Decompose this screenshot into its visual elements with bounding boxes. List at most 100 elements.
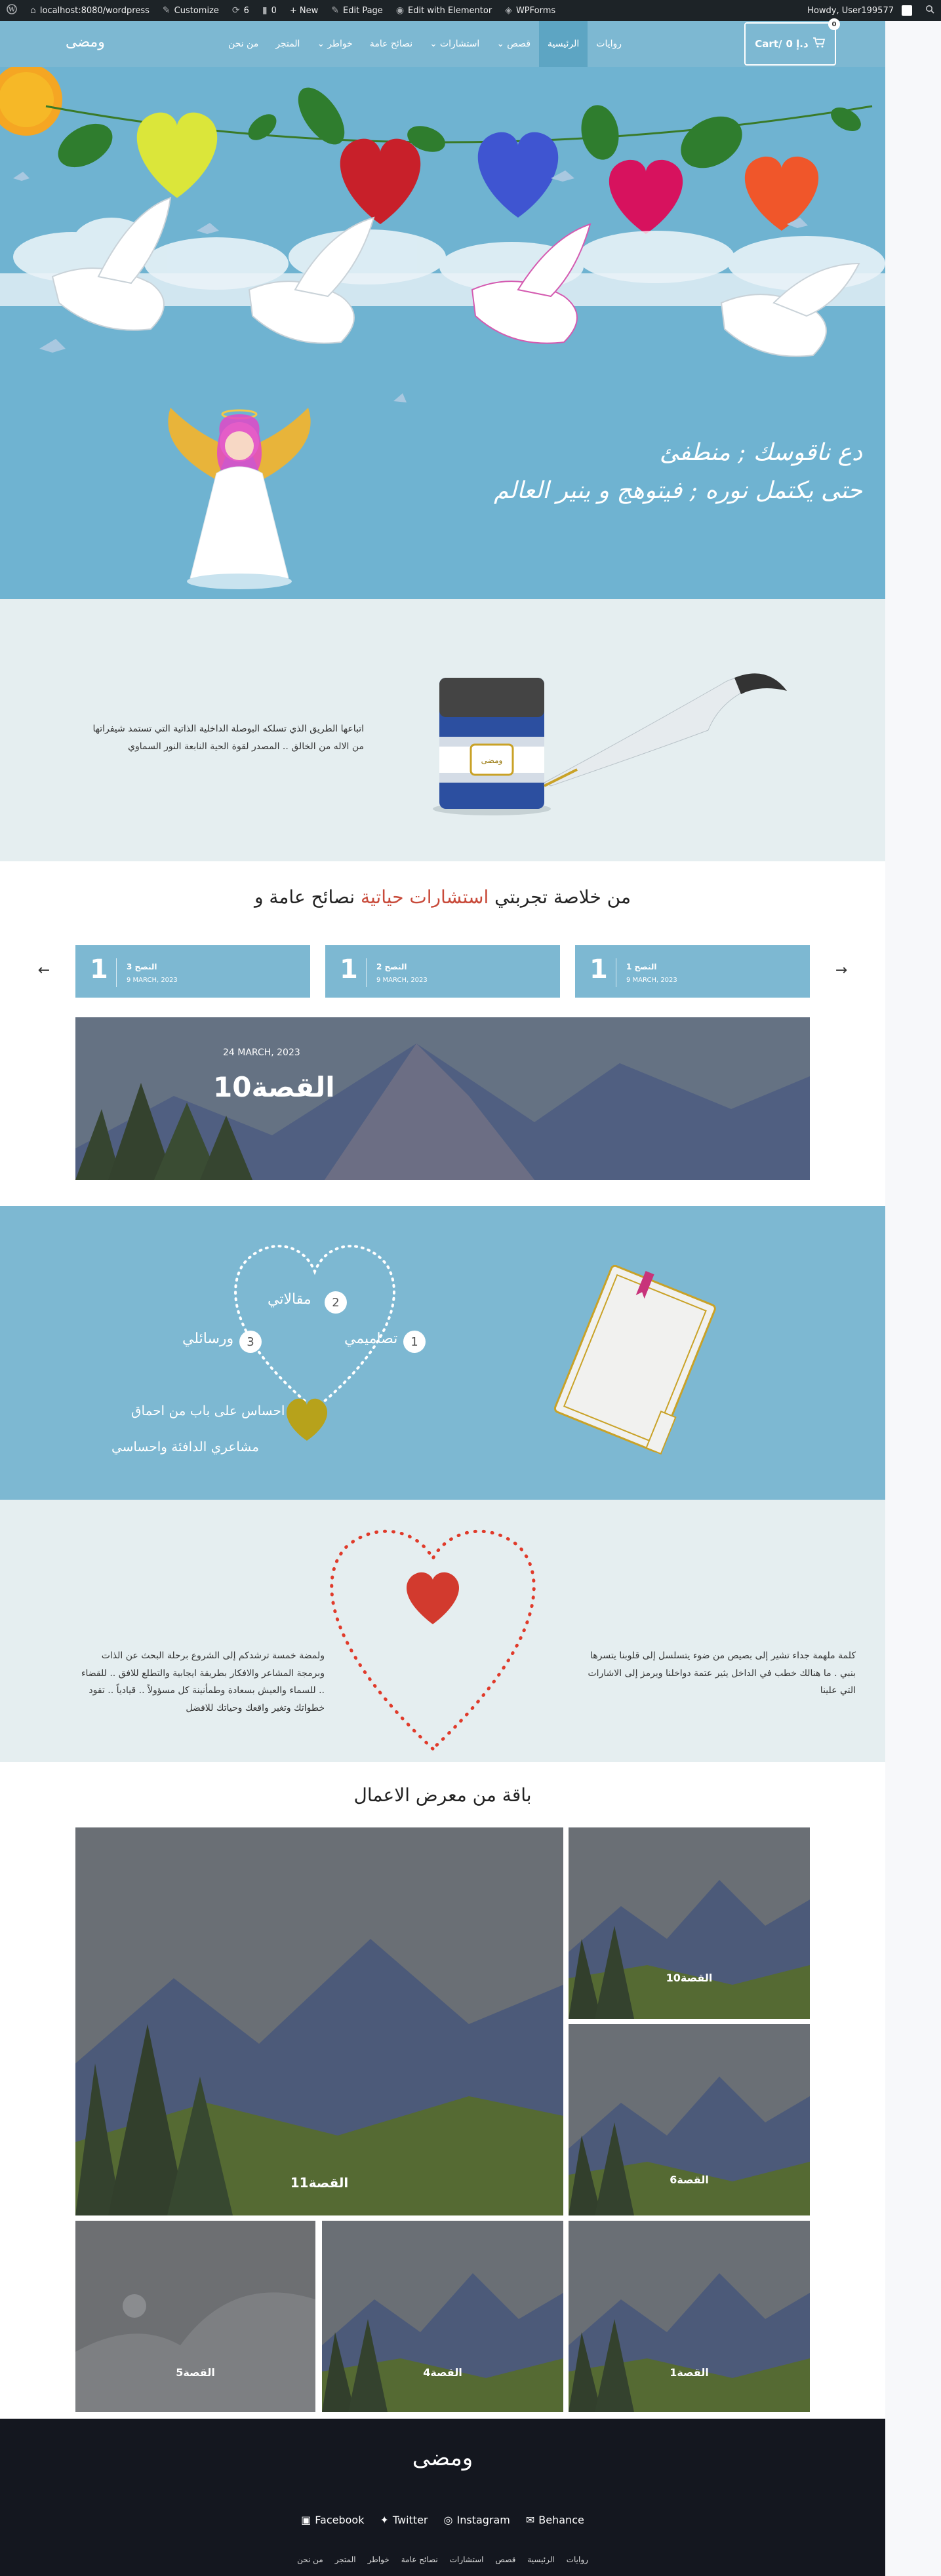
nav-item-stories[interactable]: ⌄ قصص bbox=[488, 21, 539, 67]
gallery-item[interactable]: القصة5 bbox=[75, 2221, 315, 2412]
footer-nav-item[interactable]: استشارات bbox=[450, 2555, 484, 2564]
hero-quote-line-1: دع ناقوسك ; منطفئ bbox=[659, 439, 862, 466]
nav-item-thoughts[interactable]: ⌄ خواطر bbox=[308, 21, 361, 67]
card-divider bbox=[116, 958, 117, 987]
carousel-prev-button[interactable]: ← bbox=[34, 960, 54, 980]
card-date: 9 MARCH, 2023 bbox=[376, 977, 428, 984]
nav-item-advice[interactable]: نصائح عامة bbox=[361, 21, 421, 67]
menu-item-articles[interactable]: مقالاتي bbox=[268, 1291, 311, 1308]
wordpress-menu[interactable]: W bbox=[0, 0, 24, 21]
footer-nav-item[interactable]: خواطر bbox=[368, 2555, 390, 2564]
site-name-link[interactable]: ⌂ localhost:8080/wordpress bbox=[24, 0, 156, 21]
social-facebook[interactable]: ▣ Facebook bbox=[301, 2514, 364, 2526]
account-menu[interactable]: Howdy, User199577 bbox=[801, 0, 919, 21]
footer-nav-item[interactable]: الرئيسية bbox=[527, 2555, 554, 2564]
nav-item-home[interactable]: الرئيسية bbox=[539, 21, 588, 67]
social-label: Twitter bbox=[392, 2514, 428, 2526]
search-icon bbox=[925, 5, 934, 16]
gallery-item-title: القصة6 bbox=[670, 2174, 709, 2186]
wpforms-link[interactable]: ◈ WPForms bbox=[498, 0, 562, 21]
cart-button[interactable]: Cart/ 0 د.إ 0 bbox=[744, 18, 840, 66]
menu-number-badge: 3 bbox=[239, 1331, 262, 1353]
menu-item-designs[interactable]: تصاميمي bbox=[344, 1331, 397, 1347]
admin-search[interactable] bbox=[919, 0, 941, 21]
gallery-item[interactable]: القصة6 bbox=[569, 2024, 810, 2215]
card-title: النصح 1 bbox=[626, 962, 657, 971]
nav-item-consultations[interactable]: ⌄ استشارات bbox=[421, 21, 488, 67]
edit-elementor-label: Edit with Elementor bbox=[408, 5, 492, 16]
card-number: 1 bbox=[590, 954, 608, 985]
mountain-image bbox=[569, 2221, 810, 2412]
wpforms-label: WPForms bbox=[515, 5, 556, 16]
nav-label: قصص bbox=[507, 39, 531, 49]
comments-link[interactable]: ▮ 0 bbox=[256, 0, 283, 21]
edit-page-link[interactable]: ✎ Edit Page bbox=[325, 0, 390, 21]
avatar bbox=[902, 5, 912, 16]
wordpress-icon: W bbox=[7, 4, 17, 17]
comments-count: 0 bbox=[271, 5, 277, 16]
social-label: Facebook bbox=[315, 2514, 365, 2526]
featured-title[interactable]: القصة10 bbox=[213, 1071, 335, 1103]
title-part: نصائح عامة و bbox=[254, 886, 355, 908]
updates-link[interactable]: ⟳ 6 bbox=[226, 0, 256, 21]
chevron-down-icon: ⌄ bbox=[496, 39, 505, 49]
footer-nav-item[interactable]: نصائح عامة bbox=[401, 2555, 438, 2564]
card-divider bbox=[366, 958, 367, 987]
site-content: ومضى من نحن المتجر ⌄ خواطر نصائح عامة ⌄ اس… bbox=[0, 18, 885, 2576]
social-links: ▣ Facebook ✦ Twitter ◎ Instagram ✉ Behance bbox=[0, 2514, 885, 2526]
social-behance[interactable]: ✉ Behance bbox=[526, 2514, 584, 2526]
customize-label: Customize bbox=[174, 5, 219, 16]
main-nav: من نحن المتجر ⌄ خواطر نصائح عامة ⌄ استشارا… bbox=[220, 21, 630, 67]
chevron-down-icon: ⌄ bbox=[430, 39, 437, 49]
nav-item-novels[interactable]: روايات bbox=[588, 21, 630, 67]
footer-nav-item[interactable]: من نحن bbox=[297, 2555, 323, 2564]
card-title: النصح 3 bbox=[127, 962, 157, 971]
gallery-item[interactable]: القصة1 bbox=[569, 2221, 810, 2412]
social-twitter[interactable]: ✦ Twitter bbox=[380, 2514, 428, 2526]
nav-label: المتجر bbox=[275, 39, 300, 49]
updates-count: 6 bbox=[243, 5, 249, 16]
heart-icon bbox=[286, 1398, 328, 1441]
footer-nav-item[interactable]: روايات bbox=[567, 2555, 588, 2564]
nav-item-home-links[interactable]: من نحن bbox=[220, 21, 267, 67]
howdy-label: Howdy, User199577 bbox=[807, 5, 894, 16]
instagram-icon: ◎ bbox=[443, 2514, 453, 2526]
social-instagram[interactable]: ◎ Instagram bbox=[444, 2514, 510, 2526]
card-date: 9 MARCH, 2023 bbox=[127, 977, 178, 984]
twitter-icon: ✦ bbox=[380, 2514, 389, 2526]
featured-post[interactable]: 24 MARCH, 2023 القصة10 bbox=[75, 1017, 810, 1180]
card-title: النصح 2 bbox=[376, 962, 407, 971]
svg-text:W: W bbox=[8, 7, 16, 14]
arrow-right-icon: → bbox=[835, 962, 848, 979]
menu-number-badge: 2 bbox=[325, 1291, 347, 1314]
menu-item-letters[interactable]: ورسائلي bbox=[182, 1331, 233, 1347]
edit-elementor-link[interactable]: ◉ Edit with Elementor bbox=[390, 0, 498, 21]
carousel-next-button[interactable]: → bbox=[831, 960, 851, 980]
brush-icon: ✎ bbox=[162, 5, 170, 16]
gallery-item-title: القصة10 bbox=[666, 1972, 713, 1984]
gallery-item[interactable]: القصة11 bbox=[75, 1827, 563, 2215]
card-number: 1 bbox=[90, 954, 108, 985]
dotted-heart-outline bbox=[234, 1245, 395, 1411]
edit-page-label: Edit Page bbox=[343, 5, 383, 16]
footer-nav: من نحن المتجر خواطر نصائح عامة استشارات … bbox=[0, 2555, 885, 2564]
advice-card[interactable]: 1 النصح 2 9 MARCH, 2023 bbox=[325, 945, 560, 998]
footer-nav-item[interactable]: قصص bbox=[496, 2555, 516, 2564]
cart-count-badge: 0 bbox=[828, 18, 840, 30]
footer-nav-item[interactable]: المتجر bbox=[335, 2555, 356, 2564]
footer-logo[interactable]: ومضى bbox=[0, 2445, 885, 2471]
notebook-illustration bbox=[553, 1265, 716, 1455]
social-label: Instagram bbox=[456, 2514, 510, 2526]
site-logo[interactable]: ومضى bbox=[66, 34, 105, 50]
site-footer: ومضى ▣ Facebook ✦ Twitter ◎ Instagram ✉ Beha… bbox=[0, 2419, 885, 2576]
new-content-link[interactable]: + New bbox=[283, 0, 325, 21]
advice-card[interactable]: 1 النصح 3 9 MARCH, 2023 bbox=[75, 945, 310, 998]
gallery-item-title: القصة1 bbox=[670, 2366, 709, 2379]
nav-item-store[interactable]: المتجر bbox=[267, 21, 308, 67]
customize-link[interactable]: ✎ Customize bbox=[156, 0, 226, 21]
gallery-item[interactable]: القصة10 bbox=[569, 1827, 810, 2019]
advice-card[interactable]: 1 النصح 1 9 MARCH, 2023 bbox=[575, 945, 810, 998]
advice-section-title: من خلاصة تجربتي استشارات حياتية نصائح عا… bbox=[0, 886, 885, 908]
gallery-item[interactable]: القصة4 bbox=[322, 2221, 563, 2412]
nav-label: من نحن bbox=[228, 39, 259, 49]
